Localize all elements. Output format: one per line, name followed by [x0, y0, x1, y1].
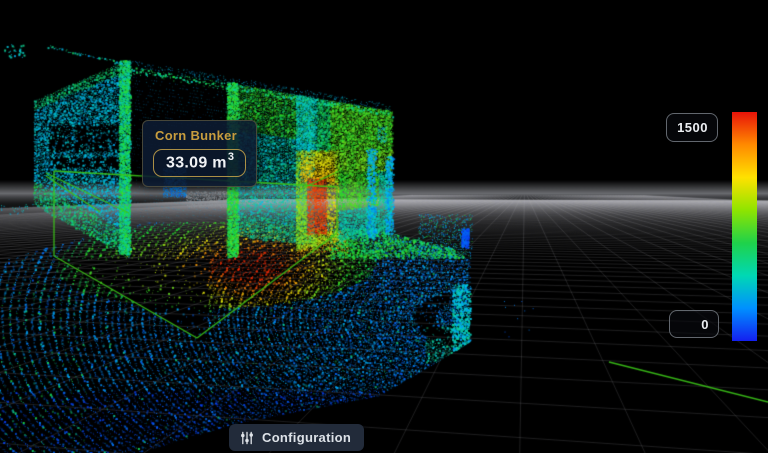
- legend-min-field[interactable]: 0: [669, 310, 719, 338]
- configuration-label: Configuration: [262, 430, 351, 445]
- configuration-button[interactable]: Configuration: [229, 424, 364, 451]
- legend-max-field[interactable]: 1500: [666, 113, 718, 142]
- volume-value: 33.09: [166, 154, 208, 171]
- legend-min-label: 0: [701, 317, 709, 332]
- sliders-icon: [240, 431, 254, 445]
- height-colorbar: [732, 112, 757, 341]
- legend-max-label: 1500: [677, 120, 708, 135]
- tooltip-title: Corn Bunker: [155, 128, 246, 143]
- point-cloud-viewport[interactable]: [0, 0, 768, 453]
- volume-unit-exponent: 3: [228, 151, 234, 163]
- viewer-stage: Corn Bunker 33.09 m3 1500 0: [0, 0, 768, 453]
- volume-unit: m: [212, 154, 227, 171]
- measurement-tooltip[interactable]: Corn Bunker 33.09 m3: [142, 120, 257, 187]
- volume-value-box: 33.09 m3: [153, 149, 246, 177]
